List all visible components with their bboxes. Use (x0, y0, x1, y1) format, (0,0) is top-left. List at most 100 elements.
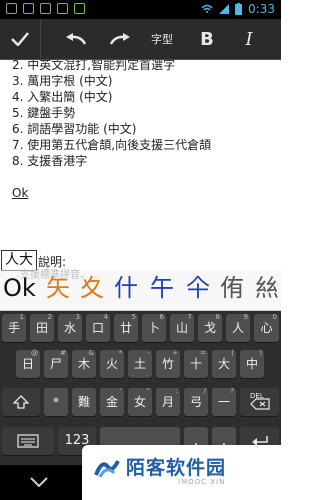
key-hint: 3 (75, 313, 80, 321)
candidate-item[interactable]: 什 (114, 273, 138, 303)
key[interactable]: 水3 (58, 313, 82, 342)
key-hint: 4 (103, 313, 108, 321)
key-hint: * (118, 349, 123, 357)
image-icon (40, 3, 51, 14)
key[interactable]: 月: (156, 387, 180, 416)
key[interactable]: * (44, 388, 68, 416)
key-label: 難 (77, 395, 90, 409)
key[interactable]: 十 = (184, 349, 208, 378)
doc-line: 4. 入繁出簡 (中文) (12, 90, 113, 104)
key-hint: / (203, 387, 206, 395)
status-left (6, 3, 85, 14)
shift-icon (12, 395, 30, 409)
watermark-logo-icon (94, 460, 120, 478)
key[interactable]: 卜6 (142, 313, 166, 342)
candidate-item[interactable]: 侑 (220, 273, 244, 303)
key[interactable]: 土- (128, 349, 152, 378)
key[interactable]: 弓 / (184, 387, 208, 416)
key-label: 大 (217, 357, 230, 371)
key-label: 月 (161, 395, 174, 409)
key-hint: : (175, 387, 178, 395)
candidate-item[interactable]: 矢 (46, 273, 70, 303)
key-hint: ? (230, 387, 234, 395)
key-hint: - (147, 349, 150, 357)
watermark: 陌客软件园 IMOOC XIN (82, 445, 281, 500)
status-bar: 0:33 (0, 0, 281, 19)
candidate-bar: Ok 矢 夊 什 午 仐 侑 𢇁 (0, 270, 281, 311)
keyboard: 手1 田2 水3 口4 廿5 卜6 山7 戈8 人9 心0 日 @ 尸 # 木 & 火… (0, 311, 281, 465)
key-hint: 1 (19, 313, 24, 321)
shift-key[interactable] (2, 388, 40, 416)
key[interactable]: 難 (72, 388, 96, 416)
undo-button[interactable] (58, 19, 94, 59)
watermark-text: 陌客软件园 (126, 457, 227, 479)
hide-keyboard-icon[interactable] (30, 477, 48, 487)
key[interactable]: 田2 (30, 313, 54, 342)
doc-line: 3. 萬用字根 (中文) (12, 74, 113, 88)
key[interactable]: 木 & (72, 349, 96, 378)
key-label: 女 (133, 395, 146, 409)
candidate-item[interactable]: 午 (150, 273, 174, 303)
key[interactable]: 日 @ (16, 349, 40, 378)
key-hint: 7 (187, 313, 192, 321)
key[interactable]: 尸 # (44, 349, 68, 378)
candidate-item[interactable]: 𢇁 (255, 273, 279, 303)
key[interactable]: 一? (212, 387, 236, 416)
font-button[interactable]: 字型 (142, 19, 182, 59)
key-label: 尸 (49, 357, 62, 371)
key-label: 金 (105, 395, 118, 409)
key[interactable]: 中) (240, 349, 264, 378)
undo-icon (66, 33, 87, 45)
editor-toolbar: 字型 B I (0, 19, 281, 60)
italic-button[interactable]: I (232, 19, 266, 59)
key-hint: " (146, 387, 150, 395)
candidate-item[interactable]: Ok (3, 273, 36, 303)
key[interactable]: 火 * (100, 349, 124, 378)
candidate-item[interactable]: 夊 (80, 273, 104, 303)
key-label: 手 (7, 321, 20, 335)
key-hint: 8 (215, 313, 220, 321)
redo-icon (109, 33, 130, 45)
key[interactable]: 金 ' (100, 387, 124, 416)
key-hint: @ (31, 349, 38, 357)
key-hint: ) (259, 349, 262, 357)
key[interactable]: 女 " (128, 387, 152, 416)
android-icon (74, 3, 85, 14)
delete-label: DEL (250, 392, 264, 400)
key[interactable]: 人9 (226, 313, 250, 342)
key-hint: 0 (272, 313, 277, 321)
key-hint: 2 (47, 313, 52, 321)
key-hint: & (88, 349, 94, 357)
redo-button[interactable] (102, 19, 138, 59)
key[interactable]: 手1 (2, 313, 26, 342)
settings-key[interactable] (2, 427, 54, 455)
document-editor[interactable]: 2. 中英文混打,智能判定首選字 3. 萬用字根 (中文) 4. 入繁出簡 (中… (0, 60, 281, 250)
key[interactable]: 竹 + (156, 349, 180, 378)
check-icon (11, 32, 29, 46)
key-label: 廿 (119, 321, 132, 335)
watermark-subtext: IMOOC XIN (178, 478, 226, 486)
doc-line: 6. 詞語學習功能 (中文) (12, 122, 137, 136)
key-label: 心 (260, 321, 273, 335)
key[interactable]: 戈8 (198, 313, 222, 342)
bold-button[interactable]: B (190, 19, 224, 59)
key-label: 田 (35, 321, 48, 335)
doc-line: 5. 鍵盤手勢 (12, 106, 76, 120)
delete-key[interactable]: DEL (240, 388, 279, 416)
key[interactable]: 大( (212, 349, 236, 378)
candidate-item[interactable]: 仐 (186, 273, 210, 303)
key-hint: 6 (159, 313, 164, 321)
app-notification-icon (23, 3, 34, 14)
usb-icon (57, 3, 68, 14)
key-label: 中 (245, 357, 258, 371)
status-right: 0:33 (201, 2, 275, 16)
key-hint: = (200, 349, 206, 357)
key[interactable]: 口4 (86, 313, 110, 342)
signal-icon (219, 4, 230, 14)
key[interactable]: 廿5 (114, 313, 138, 342)
key-label: 十 (189, 357, 202, 371)
key[interactable]: 心0 (254, 313, 279, 342)
key-label: 口 (91, 321, 104, 335)
key[interactable]: 山7 (170, 313, 194, 342)
done-button[interactable] (0, 19, 41, 59)
